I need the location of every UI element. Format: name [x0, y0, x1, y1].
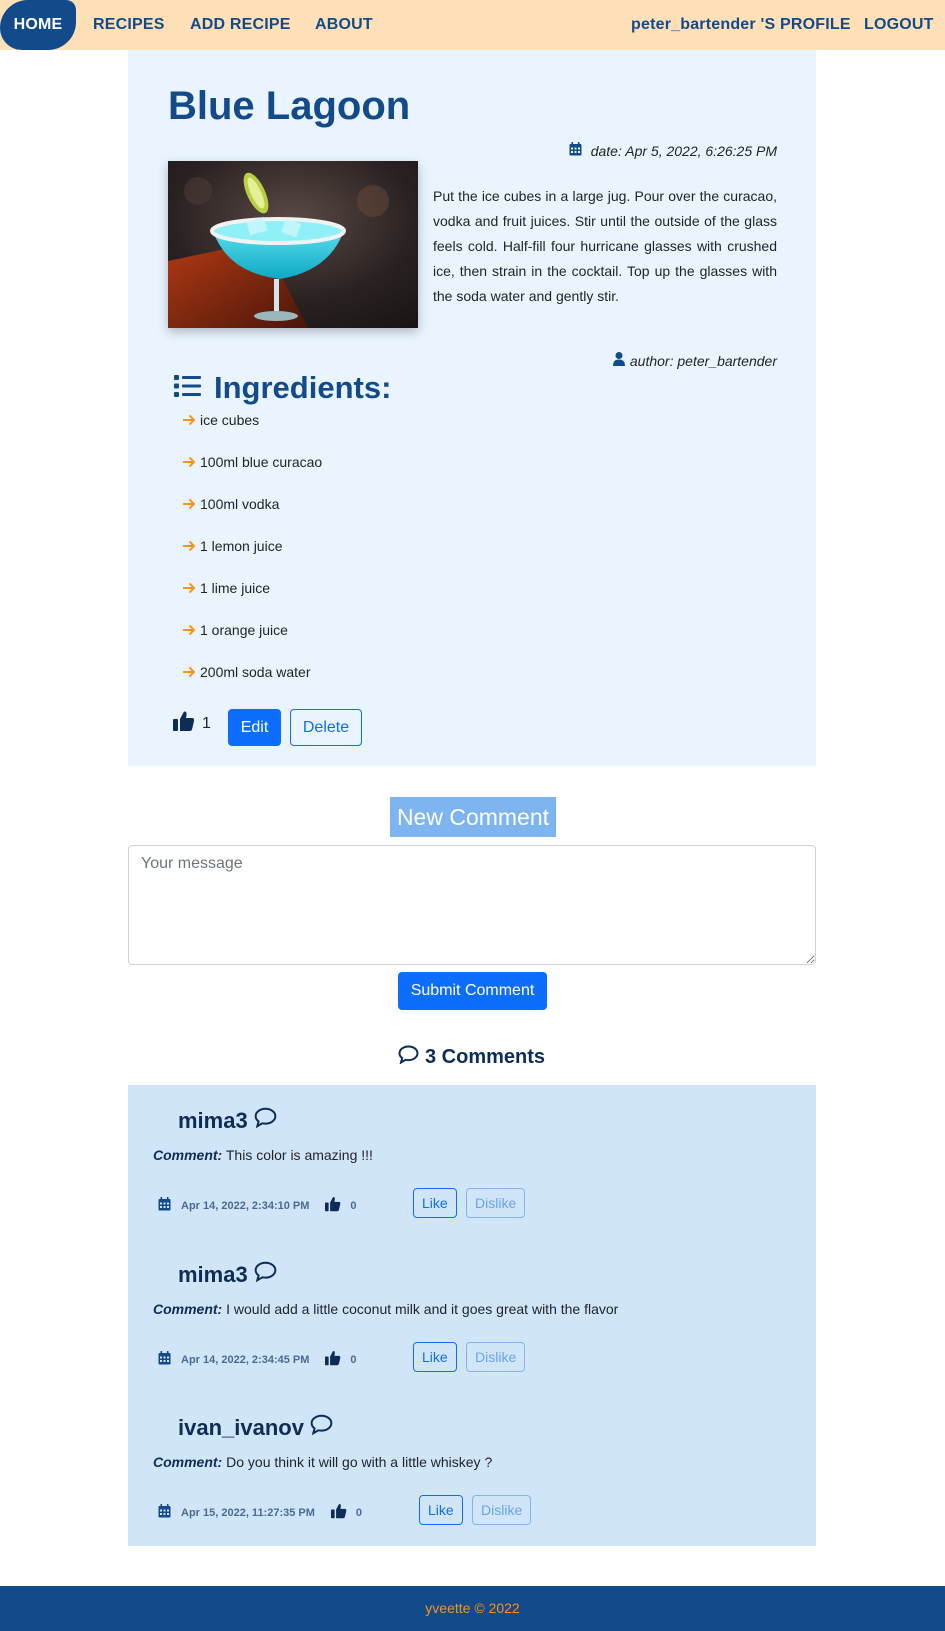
calendar-icon — [158, 1504, 171, 1521]
comment-item: ivan_ivanov Comment: Do you think it wil… — [128, 1392, 816, 1542]
ingredients-heading-text: Ingredients: — [214, 370, 392, 405]
comment-likes-count: 0 — [355, 1506, 363, 1519]
recipe-author: author: peter_bartender — [612, 352, 777, 369]
comment-author: mima3 — [178, 1107, 277, 1134]
ingredient-item: 200ml soda water — [182, 664, 322, 706]
comment-body: Comment: Do you think it will go with a … — [153, 1454, 492, 1470]
new-comment-title: New Comment — [390, 797, 556, 837]
comment-author: mima3 — [178, 1261, 277, 1288]
calendar-icon — [569, 142, 582, 159]
ingredient-text: 100ml blue curacao — [200, 454, 323, 470]
comment-label: Comment: — [153, 1301, 223, 1317]
list-icon — [174, 374, 201, 403]
nav-home-link[interactable]: HOME — [0, 0, 76, 50]
comment-bubble-icon — [254, 1261, 277, 1288]
calendar-icon — [158, 1197, 171, 1214]
footer-copyright: yveette © 2022 — [425, 1600, 520, 1616]
ingredient-item: 1 orange juice — [182, 622, 322, 664]
comment-meta: Apr 14, 2022, 2:34:45 PM 0 — [158, 1350, 357, 1369]
comment-date: Apr 15, 2022, 11:27:35 PM — [181, 1506, 315, 1519]
comment-date: Apr 14, 2022, 2:34:45 PM — [181, 1353, 310, 1366]
comment-date: Apr 14, 2022, 2:34:10 PM — [181, 1199, 310, 1212]
ingredient-item: 1 lemon juice — [182, 538, 322, 580]
comments-count-text: 3 Comments — [425, 1046, 546, 1068]
nav-about-link[interactable]: ABOUT — [315, 0, 373, 50]
recipe-author-text: author: peter_bartender — [629, 352, 777, 369]
nav-add-recipe-link[interactable]: ADD RECIPE — [190, 0, 291, 50]
comment-author-name: mima3 — [178, 1107, 248, 1133]
comments-count-heading: 3 Comments — [398, 1045, 545, 1070]
recipe-description: Put the ice cubes in a large jug. Pour o… — [433, 188, 777, 304]
user-icon — [612, 352, 625, 369]
comment-body: Comment: I would add a little coconut mi… — [153, 1301, 618, 1317]
calendar-icon — [158, 1351, 171, 1368]
arrow-right-icon — [182, 497, 196, 511]
thumbs-up-icon — [325, 1196, 341, 1215]
comment-meta: Apr 15, 2022, 11:27:35 PM 0 — [158, 1503, 362, 1522]
like-comment-button[interactable]: Like — [413, 1188, 457, 1218]
comment-message-input[interactable] — [128, 845, 816, 965]
arrow-right-icon — [182, 455, 196, 469]
ingredient-item: 1 lime juice — [182, 580, 322, 622]
delete-recipe-button[interactable]: Delete — [290, 709, 362, 746]
top-navbar: HOME RECIPES ADD RECIPE ABOUT peter_bart… — [0, 0, 945, 50]
recipe-date-text: date: Apr 5, 2022, 6:26:25 PM — [590, 142, 777, 159]
thumbs-up-icon — [330, 1503, 347, 1522]
nav-recipes-link[interactable]: RECIPES — [93, 0, 165, 50]
comment-bubble-icon — [310, 1414, 333, 1441]
comment-bubble-icon — [254, 1107, 277, 1134]
recipe-date: date: Apr 5, 2022, 6:26:25 PM — [569, 142, 777, 159]
ingredient-text: 1 lime juice — [200, 580, 271, 596]
dislike-comment-button[interactable]: Dislike — [466, 1188, 526, 1218]
recipe-card: Blue Lagoon date: Apr 5, 2022, 6:26:25 P… — [128, 50, 816, 766]
ingredient-text: 1 lemon juice — [200, 538, 283, 554]
ingredient-text: 1 orange juice — [200, 622, 288, 638]
thumbs-up-icon — [325, 1350, 341, 1369]
comment-author-name: ivan_ivanov — [178, 1414, 304, 1440]
comment-likes-count: 0 — [350, 1353, 357, 1366]
ingredient-item: 100ml blue curacao — [182, 454, 322, 496]
comment-body: Comment: This color is amazing !!! — [153, 1147, 373, 1163]
recipe-photo — [168, 161, 418, 328]
edit-recipe-button[interactable]: Edit — [228, 709, 281, 746]
arrow-right-icon — [182, 413, 196, 427]
thumbs-up-icon[interactable] — [173, 710, 195, 737]
nav-profile-link[interactable]: peter_bartender 'S PROFILE — [631, 0, 851, 50]
nav-logout-link[interactable]: LOGOUT — [864, 0, 934, 50]
dislike-comment-button[interactable]: Dislike — [466, 1342, 526, 1372]
comment-item: mima3 Comment: This color is amazing !!!… — [128, 1085, 816, 1235]
arrow-right-icon — [182, 665, 196, 679]
comment-author: ivan_ivanov — [178, 1414, 333, 1441]
comment-text: Do you think it will go with a little wh… — [226, 1454, 493, 1470]
recipe-likes-count: 1 — [202, 714, 211, 732]
comment-likes-count: 0 — [350, 1199, 357, 1212]
comment-item: mima3 Comment: I would add a little coco… — [128, 1239, 816, 1389]
arrow-right-icon — [182, 623, 196, 637]
comment-text: This color is amazing !!! — [225, 1147, 373, 1163]
comment-label: Comment: — [153, 1454, 223, 1470]
ingredients-list: ice cubes 100ml blue curacao 100ml vodka… — [182, 412, 322, 706]
like-comment-button[interactable]: Like — [413, 1342, 457, 1372]
recipe-title: Blue Lagoon — [168, 84, 411, 128]
ingredients-heading: Ingredients: — [174, 370, 391, 406]
ingredient-text: ice cubes — [200, 412, 260, 428]
ingredient-item: ice cubes — [182, 412, 322, 454]
dislike-comment-button[interactable]: Dislike — [472, 1495, 532, 1525]
submit-comment-button[interactable]: Submit Comment — [398, 972, 547, 1010]
page-footer: yveette © 2022 — [0, 1586, 945, 1631]
recipe-likes: 1 — [173, 710, 211, 737]
ingredient-item: 100ml vodka — [182, 496, 322, 538]
like-comment-button[interactable]: Like — [419, 1495, 463, 1525]
comment-author-name: mima3 — [178, 1261, 248, 1287]
comment-bubble-icon — [398, 1045, 419, 1070]
comment-text: I would add a little coconut milk and it… — [226, 1301, 619, 1317]
comment-label: Comment: — [153, 1147, 223, 1163]
arrow-right-icon — [182, 581, 196, 595]
ingredient-text: 200ml soda water — [200, 664, 311, 680]
comments-list: mima3 Comment: This color is amazing !!!… — [128, 1085, 816, 1546]
comment-meta: Apr 14, 2022, 2:34:10 PM 0 — [158, 1196, 357, 1215]
arrow-right-icon — [182, 539, 196, 553]
ingredient-text: 100ml vodka — [200, 496, 280, 512]
